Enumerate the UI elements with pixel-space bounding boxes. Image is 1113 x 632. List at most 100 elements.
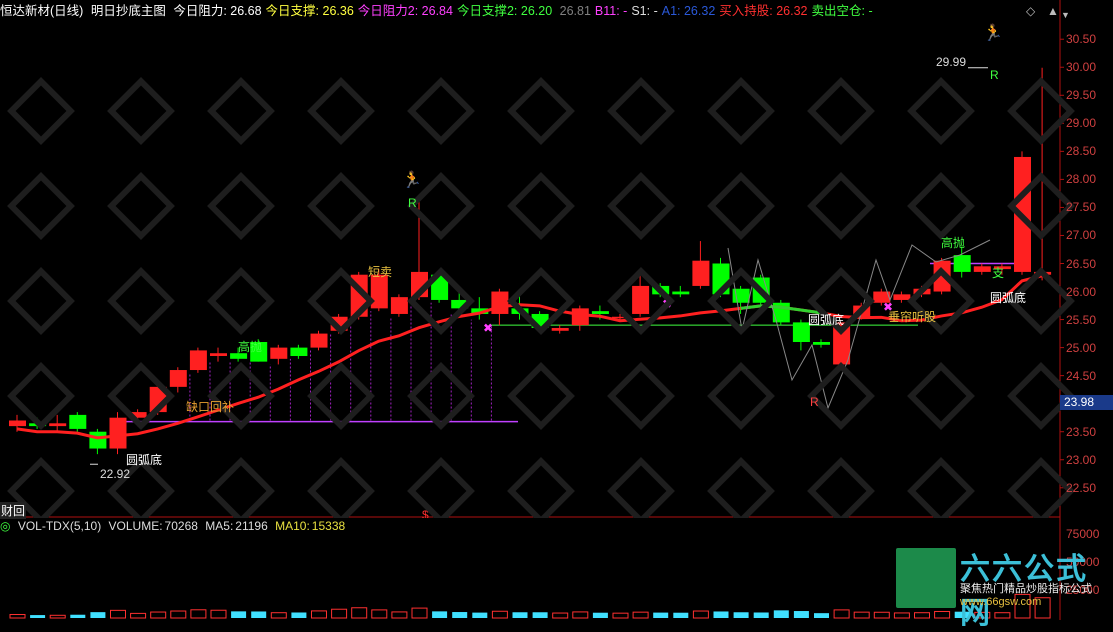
volume-bar bbox=[934, 610, 951, 619]
watermark-tile bbox=[907, 362, 975, 430]
volume-bar bbox=[914, 612, 930, 619]
watermark-tile bbox=[407, 362, 475, 430]
volume-bar bbox=[270, 612, 287, 619]
volume-bar bbox=[692, 610, 709, 619]
candle-body bbox=[953, 255, 971, 272]
watermark-tile bbox=[7, 172, 75, 240]
volume-bar bbox=[70, 614, 86, 618]
volume-bar bbox=[653, 612, 669, 618]
peak-high-label: 29.99 bbox=[936, 55, 967, 69]
ma5-value: 21196 bbox=[235, 519, 268, 533]
price-tick-label: 30.00 bbox=[1066, 60, 1097, 75]
volume-bar bbox=[472, 612, 488, 618]
watermark-tile bbox=[707, 172, 775, 240]
watermark-tile bbox=[807, 457, 875, 518]
watermark-tile bbox=[807, 172, 875, 240]
watermark-tile bbox=[307, 457, 375, 518]
volume-header: ◎ VOL-TDX(5,10) VOLUME: 70268 MA5: 21196 M… bbox=[0, 518, 349, 534]
volume-bar bbox=[391, 611, 408, 619]
ma5-label: MA5: bbox=[205, 519, 234, 533]
volume-bar bbox=[833, 609, 850, 619]
x-marker-icon: ✖ bbox=[483, 321, 493, 335]
candle-body bbox=[632, 285, 650, 314]
candle-body bbox=[210, 353, 227, 357]
candle-body bbox=[49, 423, 67, 427]
volume-bar bbox=[210, 609, 227, 619]
volume-bar bbox=[170, 610, 187, 619]
volume-bar bbox=[713, 611, 729, 618]
watermark-tile bbox=[507, 362, 575, 430]
watermark-tile bbox=[7, 77, 75, 145]
gap-fill-label: 缺口回补 bbox=[186, 400, 235, 414]
ma10-label: MA10: bbox=[275, 519, 310, 533]
price-tick-label: 29.50 bbox=[1066, 88, 1097, 103]
volume-bar bbox=[632, 611, 649, 619]
watermark-tile bbox=[307, 172, 375, 240]
finance-button[interactable]: 财回 bbox=[0, 502, 27, 519]
candle-body bbox=[571, 308, 589, 326]
watermark-tile bbox=[1007, 77, 1075, 145]
candle-body bbox=[270, 347, 288, 359]
watermark-tile bbox=[207, 457, 275, 518]
r-marker-1: R bbox=[408, 196, 417, 210]
price-tick-label: 23.00 bbox=[1066, 452, 1097, 467]
price-tick-label: 27.00 bbox=[1066, 228, 1097, 243]
volume-bar bbox=[30, 615, 46, 618]
price-tick-label: 28.00 bbox=[1066, 172, 1097, 187]
volume-bar bbox=[893, 612, 910, 619]
price-tick-label: 24.50 bbox=[1066, 368, 1097, 383]
price-tick-label: 23.50 bbox=[1066, 424, 1097, 439]
price-tick-label: 27.50 bbox=[1066, 200, 1097, 215]
watermark-tile bbox=[907, 172, 975, 240]
candle-body bbox=[591, 311, 609, 314]
watermark-tile bbox=[407, 457, 475, 518]
watermark-tile bbox=[607, 172, 675, 240]
arc-bottom-label-2: 圆弧底 bbox=[808, 313, 845, 327]
candle-body bbox=[9, 420, 26, 427]
volume-indicator-name[interactable]: VOL-TDX(5,10) bbox=[18, 519, 101, 533]
watermark-tile bbox=[207, 267, 275, 335]
price-tick-label: 25.00 bbox=[1066, 340, 1097, 355]
arc-bottom-label-1: 圆弧底 bbox=[126, 453, 163, 467]
price-tick-label: 22.50 bbox=[1066, 480, 1097, 495]
watermark-tile bbox=[107, 77, 175, 145]
watermark-tile bbox=[407, 77, 475, 145]
current-price-tag: 23.98 bbox=[1060, 395, 1113, 410]
volume-tick-label: 75000 bbox=[1066, 526, 1100, 541]
support-label: 支 bbox=[992, 266, 1005, 280]
low-label: 22.92 bbox=[100, 467, 131, 481]
volume-bar bbox=[572, 611, 589, 619]
volume-bar bbox=[291, 612, 307, 618]
high-sell-label-2: 高抛 bbox=[941, 236, 966, 250]
volume-bar bbox=[491, 610, 508, 619]
watermark-tile bbox=[107, 172, 175, 240]
volume-bar bbox=[251, 611, 267, 618]
volume-bar bbox=[231, 611, 247, 618]
volume-bar bbox=[532, 612, 548, 618]
watermark-tile bbox=[107, 267, 175, 335]
candle-body bbox=[69, 414, 87, 429]
volume-bar bbox=[753, 612, 769, 618]
volume-bar bbox=[411, 607, 428, 619]
volume-bar bbox=[331, 608, 348, 619]
volume-bar bbox=[130, 612, 147, 619]
volume-bar bbox=[452, 612, 468, 618]
price-tick-label: 26.50 bbox=[1066, 256, 1097, 271]
ma10-value: 15338 bbox=[311, 519, 346, 533]
price-tick-label: 28.50 bbox=[1066, 144, 1097, 159]
watermark-tile bbox=[7, 267, 75, 335]
site-watermark: 六六公式网 聚焦热门精品炒股指标公式 www.66gsw.com bbox=[896, 542, 1111, 630]
volume-value: 70268 bbox=[164, 519, 198, 533]
volume-toggle-icon[interactable]: ◎ bbox=[0, 519, 10, 533]
candle-body bbox=[169, 370, 187, 387]
high-sell-label-1: 高抛 bbox=[238, 340, 263, 354]
volume-bar bbox=[311, 610, 327, 619]
volume-bar bbox=[793, 611, 809, 618]
watermark-logo-icon bbox=[896, 548, 956, 608]
price-chart[interactable]: 🏃🏃$✖ ✖✖ bbox=[0, 0, 1113, 518]
candle-body bbox=[491, 291, 509, 314]
watermark-tile bbox=[707, 362, 775, 430]
volume-bar bbox=[90, 612, 106, 618]
volume-bar bbox=[49, 614, 66, 619]
r-marker-3: R bbox=[810, 395, 819, 409]
